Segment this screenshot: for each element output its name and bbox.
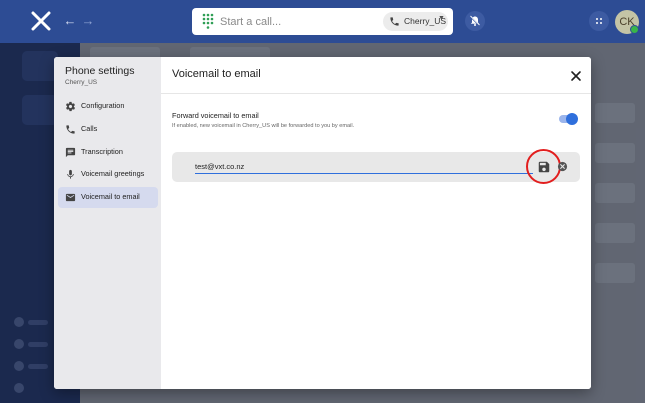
chevron-down-icon: ▼ — [438, 15, 445, 22]
sidebar-item-label: Voicemail greetings — [81, 169, 145, 178]
forward-toggle-knob[interactable] — [566, 113, 578, 125]
email-field[interactable] — [195, 159, 533, 174]
do-not-disturb-button[interactable] — [465, 11, 485, 31]
sidebar-item-label: Calls — [81, 124, 98, 133]
sidebar-title: Phone settings — [65, 65, 135, 77]
sidebar-item-label: Voicemail to email — [81, 192, 140, 201]
clear-icon[interactable] — [557, 161, 568, 172]
call-input[interactable] — [220, 8, 370, 35]
phone-settings-dialog: Phone settings Cherry_US Configuration C… — [54, 57, 591, 389]
save-icon[interactable] — [537, 160, 551, 174]
mail-icon — [65, 193, 76, 202]
app-logo-icon[interactable] — [31, 11, 51, 31]
settings-sidebar: Phone settings Cherry_US Configuration C… — [54, 57, 161, 389]
sidebar-item-calls[interactable]: Calls — [58, 119, 158, 140]
forward-arrow-icon[interactable]: → — [80, 13, 96, 29]
sidebar-item-voicemail-to-email[interactable]: Voicemail to email — [58, 187, 158, 208]
forward-setting-title: Forward voicemail to email — [172, 111, 259, 120]
back-arrow-icon[interactable]: ← — [62, 13, 78, 29]
forward-setting-description: If enabled, new voicemail in Cherry_US w… — [172, 123, 355, 129]
line-selector[interactable]: Cherry_US ▼ — [383, 12, 448, 31]
sidebar-item-label: Configuration — [81, 101, 125, 110]
dialpad-icon[interactable] — [202, 13, 214, 30]
email-field-underline — [195, 173, 533, 175]
sidebar-item-configuration[interactable]: Configuration — [58, 96, 158, 117]
grid-dots-icon — [596, 18, 602, 24]
apps-button[interactable] — [589, 11, 609, 31]
gear-icon — [65, 101, 76, 112]
sidebar-item-label: Transcription — [81, 147, 123, 156]
panel-header: Voicemail to email — [161, 57, 591, 94]
close-icon[interactable] — [570, 70, 582, 82]
presence-status-indicator — [630, 25, 639, 34]
microphone-icon — [67, 169, 74, 179]
call-bar: Cherry_US ▼ — [192, 8, 453, 35]
settings-panel: Voicemail to email Forward voicemail to … — [161, 57, 591, 389]
bell-off-icon — [469, 15, 481, 27]
transcript-icon — [65, 147, 76, 158]
phone-icon — [390, 17, 399, 26]
sidebar-subtitle: Cherry_US — [65, 79, 98, 86]
sidebar-item-transcription[interactable]: Transcription — [58, 142, 158, 163]
sidebar-item-voicemail-greetings[interactable]: Voicemail greetings — [58, 164, 158, 185]
panel-title: Voicemail to email — [172, 68, 261, 80]
phone-icon — [66, 125, 75, 134]
email-entry-row — [172, 149, 580, 184]
top-bar: ← → Cherry_US ▼ — [0, 0, 645, 43]
